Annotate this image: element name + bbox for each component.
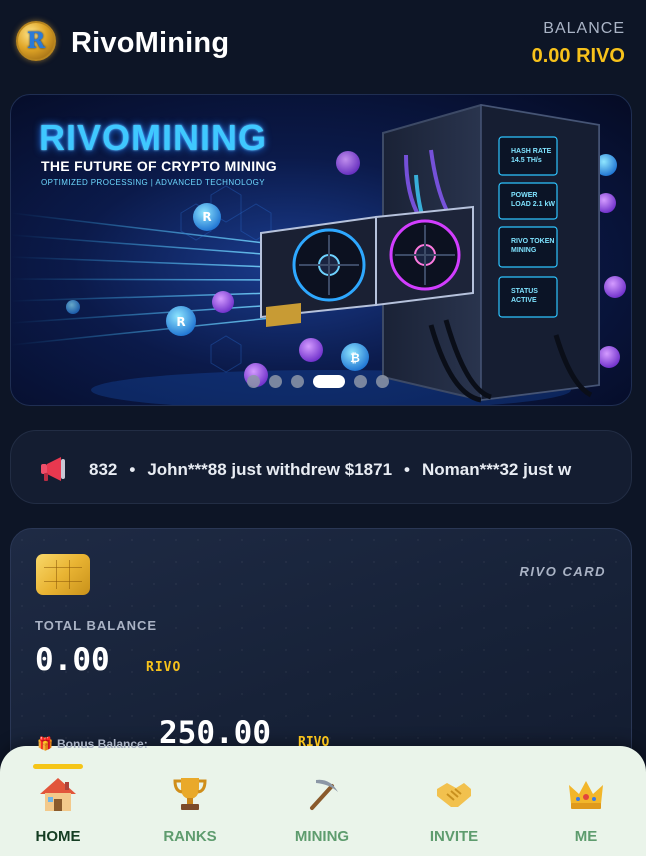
ticker-item: Noman***32 just w	[421, 460, 572, 479]
ticker-item: 832	[89, 460, 118, 479]
ticker-separator: •	[404, 460, 410, 479]
carousel-dot[interactable]	[247, 375, 260, 388]
total-balance-label: TOTAL BALANCE	[35, 618, 158, 633]
bottom-navigation: HOME RANKS MINING INVITE ME	[0, 746, 646, 856]
banner-subtitle: THE FUTURE OF CRYPTO MINING	[41, 158, 277, 174]
bonus-balance-value: 250.00	[159, 715, 271, 751]
gift-icon: 🎁	[37, 736, 54, 751]
logo-coin-icon: R	[16, 21, 56, 61]
nav-label-me: ME	[574, 828, 598, 845]
house-icon	[40, 778, 76, 811]
megaphone-icon	[41, 457, 65, 481]
trophy-icon	[173, 778, 207, 810]
withdrawal-ticker: 832 • John***88 just withdrew $1871 • Noman*…	[10, 430, 632, 504]
nav-label-invite: INVITE	[429, 828, 479, 845]
rack-panel-status: STATUS ACTIVE	[511, 288, 538, 304]
rack-panel-token: RIVO TOKEN MINING	[511, 238, 555, 254]
app-title: RivoMining	[71, 27, 230, 59]
carousel-dot[interactable]	[376, 375, 389, 388]
banner-tagline: OPTIMIZED PROCESSING | ADVANCED TECHNOLO…	[41, 178, 265, 187]
svg-text:₿: ₿	[350, 351, 360, 365]
nav-active-indicator	[33, 764, 83, 769]
nav-ranks[interactable]: RANKS	[140, 746, 240, 856]
carousel-pagination	[247, 375, 389, 388]
nav-me[interactable]: ME	[536, 746, 636, 856]
nav-label-ranks: RANKS	[163, 828, 217, 845]
carousel-dot[interactable]	[354, 375, 367, 388]
banner-title: RIVOMINING	[39, 117, 268, 158]
bonus-balance-label: Bonus Balance:	[57, 737, 148, 751]
nav-label-mining: MINING	[294, 828, 350, 845]
svg-text:R: R	[176, 315, 185, 329]
nav-mining[interactable]: MINING	[272, 746, 372, 856]
nav-invite[interactable]: INVITE	[404, 746, 504, 856]
app-header: R RivoMining BALANCE 0.00 RIVO	[0, 0, 646, 90]
promo-banner[interactable]: R R ₿ RIVOMINING THE FUTURE OF CRYPTO MI…	[10, 94, 632, 406]
total-balance-unit: RIVO	[146, 660, 182, 675]
balance-value: 0.00 RIVO	[531, 45, 625, 67]
ticker-track: 832 • John***88 just withdrew $1871 • Noman*…	[89, 460, 609, 480]
ticker-separator: •	[129, 460, 136, 479]
svg-text:R: R	[202, 210, 211, 224]
carousel-dot-active[interactable]	[313, 375, 345, 388]
bonus-balance-unit: RIVO	[298, 735, 330, 750]
pickaxe-icon	[310, 779, 338, 810]
nav-home[interactable]: HOME	[8, 746, 108, 856]
carousel-dot[interactable]	[269, 375, 282, 388]
rack-panel-power: POWER LOAD 2.1 kW	[511, 192, 555, 208]
crown-icon	[569, 781, 603, 809]
nav-label-home: HOME	[35, 828, 81, 845]
total-balance-value: 0.00	[35, 642, 110, 678]
rack-panel-hashrate: HASH RATE 14.5 TH/s	[511, 148, 552, 164]
logo-letter: R	[26, 28, 46, 54]
carousel-dot[interactable]	[291, 375, 304, 388]
card-brand: RIVO CARD	[519, 564, 606, 579]
ticker-item: John***88 just withdrew $1871	[147, 460, 393, 479]
balance-label: BALANCE	[543, 20, 625, 37]
handshake-icon	[437, 783, 471, 807]
card-chip-icon	[36, 554, 90, 595]
